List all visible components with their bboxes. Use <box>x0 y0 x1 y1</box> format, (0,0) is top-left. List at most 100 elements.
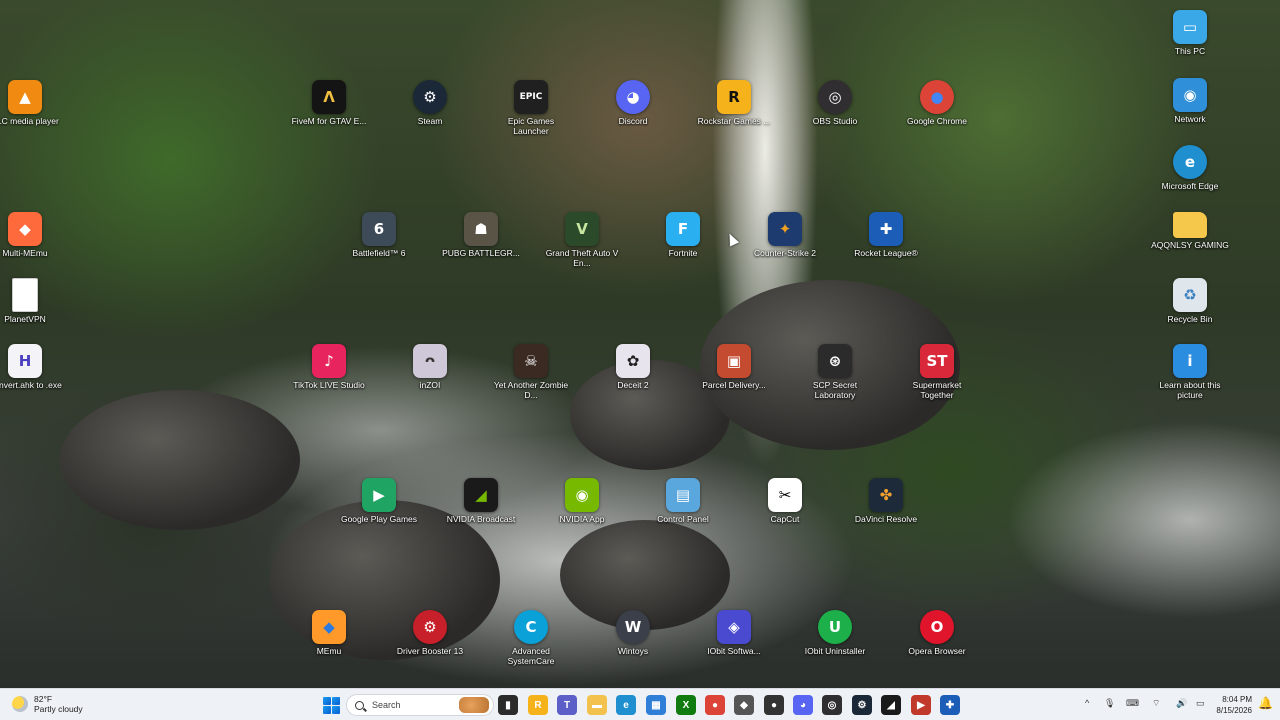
chrome-icon: ● <box>920 80 954 114</box>
desktop-shortcut[interactable]: R Rockstar Games ... <box>694 80 774 126</box>
desktop-shortcut[interactable]: ▶ Google Play Games <box>339 478 419 524</box>
desktop-shortcut[interactable]: ⊛ SCP Secret Laboratory <box>795 344 875 400</box>
desktop-shortcut-label: Steam <box>417 116 443 126</box>
desktop-shortcut[interactable]: ⚙ Steam <box>390 80 470 126</box>
desktop-shortcut[interactable]: W Wintoys <box>593 610 673 656</box>
epic-pinned-icon[interactable]: ◆ <box>734 695 754 715</box>
desktop-shortcut[interactable]: C Advanced SystemCare <box>491 610 571 666</box>
battlefield-icon: 6 <box>362 212 396 246</box>
desktop-shortcut-label: Epic Games Launcher <box>507 116 555 136</box>
desktop-shortcut[interactable]: Λ FiveM for GTAV E... <box>289 80 369 126</box>
rockstar-icon: R <box>717 80 751 114</box>
desktop-shortcut[interactable]: i Learn about this picture <box>1150 344 1230 400</box>
desktop-shortcut[interactable]: e Microsoft Edge <box>1150 145 1230 191</box>
desktop-shortcut[interactable]: ◎ OBS Studio <box>795 80 875 126</box>
app-pinned-icon[interactable]: ● <box>764 695 784 715</box>
desktop-shortcut[interactable]: ✤ DaVinci Resolve <box>846 478 926 524</box>
rockstar-pinned-icon[interactable]: R <box>528 695 548 715</box>
keyboard-icon[interactable]: ⌨ <box>1126 698 1139 709</box>
desktop-shortcut[interactable]: F Fortnite <box>643 212 723 258</box>
advanced-systemcare-icon: C <box>514 610 548 644</box>
nvidia-broadcast-icon: ◢ <box>464 478 498 512</box>
desktop-shortcut[interactable]: EPIC Epic Games Launcher <box>491 80 571 136</box>
desktop-shortcut[interactable]: ◉ NVIDIA App <box>542 478 622 524</box>
desktop-shortcut[interactable]: ▭ This PC <box>1150 10 1230 56</box>
desktop-shortcut[interactable]: ✂ CapCut <box>745 478 825 524</box>
desktop-shortcut-label: IObit Softwa... <box>707 646 761 656</box>
obs-icon: ◎ <box>818 80 852 114</box>
desktop-shortcut[interactable]: ☠ Yet Another Zombie D... <box>491 344 571 400</box>
chrome-pinned-icon[interactable]: ● <box>705 695 725 715</box>
desktop-shortcut[interactable]: ✦ Counter-Strike 2 <box>745 212 825 258</box>
desktop-shortcut-label: Counter-Strike 2 <box>754 248 816 258</box>
steam-pinned-icon[interactable]: ⚙ <box>852 695 872 715</box>
search-icon <box>355 700 364 710</box>
discord-pinned-icon[interactable]: ◕ <box>793 695 813 715</box>
desktop-shortcut[interactable]: ◉ Network <box>1150 78 1230 124</box>
folder-pinned-icon[interactable]: ▬ <box>587 695 607 715</box>
desktop-shortcut[interactable]: ⚙ Driver Booster 13 <box>390 610 470 656</box>
desktop-shortcut-label: PUBG BATTLEGR... <box>442 248 520 258</box>
show-hidden-icons-chevron-icon[interactable]: ^ <box>1085 698 1089 708</box>
desktop-shortcut[interactable]: U IObit Uninstaller <box>795 610 875 656</box>
windows-logo-icon <box>322 696 340 714</box>
memu-icon: ◆ <box>312 610 346 644</box>
desktop-shortcut[interactable]: ♪ TikTok LIVE Studio <box>289 344 369 390</box>
desktop-shortcut[interactable]: AQQNLSY GAMING <box>1150 212 1230 250</box>
desktop-shortcut[interactable]: ▣ Parcel Delivery... <box>694 344 774 390</box>
xbox-pinned-icon[interactable]: X <box>676 695 696 715</box>
desktop-shortcut[interactable]: 6 Battlefield™ 6 <box>339 212 419 258</box>
desktop-shortcut-label: Recycle Bin <box>1167 314 1213 324</box>
taskbar-search-input[interactable]: Search <box>346 694 494 716</box>
desktop-shortcut-label: SCP Secret Laboratory <box>812 380 858 400</box>
store-pinned-icon[interactable]: ▦ <box>646 695 666 715</box>
folder-icon <box>1173 212 1207 238</box>
desktop-shortcut[interactable]: ✿ Deceit 2 <box>593 344 673 390</box>
desktop-shortcut[interactable]: ✚ Rocket League® <box>846 212 926 258</box>
volume-icon[interactable]: 🔊 <box>1176 698 1187 709</box>
desktop-shortcut[interactable]: ▤ Control Panel <box>643 478 723 524</box>
desktop-shortcut-label: Network <box>1174 114 1206 124</box>
network-tray-icon[interactable]: ⌔ <box>1152 698 1160 709</box>
battery-icon[interactable]: ▭ <box>1196 698 1205 709</box>
wallpaper-rock <box>60 390 300 530</box>
desktop-shortcut[interactable]: ᴖ inZOI <box>390 344 470 390</box>
desktop-shortcut[interactable]: ◆ Multi-MEmu <box>0 212 65 258</box>
weather-widget[interactable]: 82°F Partly cloudy <box>12 694 83 714</box>
notification-bell-icon[interactable]: 🔔 <box>1258 696 1273 710</box>
taskbar-clock[interactable]: 8:04 PM 8/15/2026 <box>1216 694 1252 716</box>
start-button[interactable] <box>321 695 341 715</box>
rocket-league-pinned-icon[interactable]: ✚ <box>940 695 960 715</box>
desktop-shortcut[interactable]: ▲ VLC media player <box>0 80 65 126</box>
video-pinned-icon[interactable]: ▶ <box>911 695 931 715</box>
microphone-icon[interactable]: 🎙 <box>1104 698 1115 709</box>
obs-pinned-icon[interactable]: ◎ <box>822 695 842 715</box>
weather-condition: Partly cloudy <box>34 704 83 714</box>
edge-pinned-icon[interactable]: e <box>616 695 636 715</box>
desktop-shortcut[interactable]: V Grand Theft Auto V En... <box>542 212 622 268</box>
desktop-shortcut[interactable]: ● Google Chrome <box>897 80 977 126</box>
vlc-icon: ▲ <box>8 80 42 114</box>
desktop-shortcut[interactable]: ◕ Discord <box>593 80 673 126</box>
teams-pinned-icon[interactable]: T <box>557 695 577 715</box>
desktop-shortcut[interactable]: ◢ NVIDIA Broadcast <box>441 478 521 524</box>
inzoi-icon: ᴖ <box>413 344 447 378</box>
desktop-shortcut[interactable]: ST Supermarket Together <box>897 344 977 400</box>
file-explorer-pinned-icon[interactable]: ▮ <box>498 695 518 715</box>
desktop-shortcut-label: Discord <box>618 116 648 126</box>
search-placeholder: Search <box>372 700 401 710</box>
tiktok-icon: ♪ <box>312 344 346 378</box>
nvidia-pinned-icon[interactable]: ◢ <box>881 695 901 715</box>
desktop-shortcut[interactable]: ◈ IObit Softwa... <box>694 610 774 656</box>
desktop-shortcut-label: This PC <box>1174 46 1206 56</box>
capcut-icon: ✂ <box>768 478 802 512</box>
desktop-shortcut[interactable]: ☗ PUBG BATTLEGR... <box>441 212 521 258</box>
desktop-shortcut[interactable]: PlanetVPN <box>0 278 65 324</box>
desktop-shortcut[interactable]: O Opera Browser <box>897 610 977 656</box>
desktop-shortcut[interactable]: ♻ Recycle Bin <box>1150 278 1230 324</box>
scp-icon: ⊛ <box>818 344 852 378</box>
desktop-shortcut[interactable]: H Convert.ahk to .exe <box>0 344 65 390</box>
desktop-shortcut-label: Microsoft Edge <box>1161 181 1219 191</box>
google-play-games-icon: ▶ <box>362 478 396 512</box>
desktop-shortcut[interactable]: ◆ MEmu <box>289 610 369 656</box>
